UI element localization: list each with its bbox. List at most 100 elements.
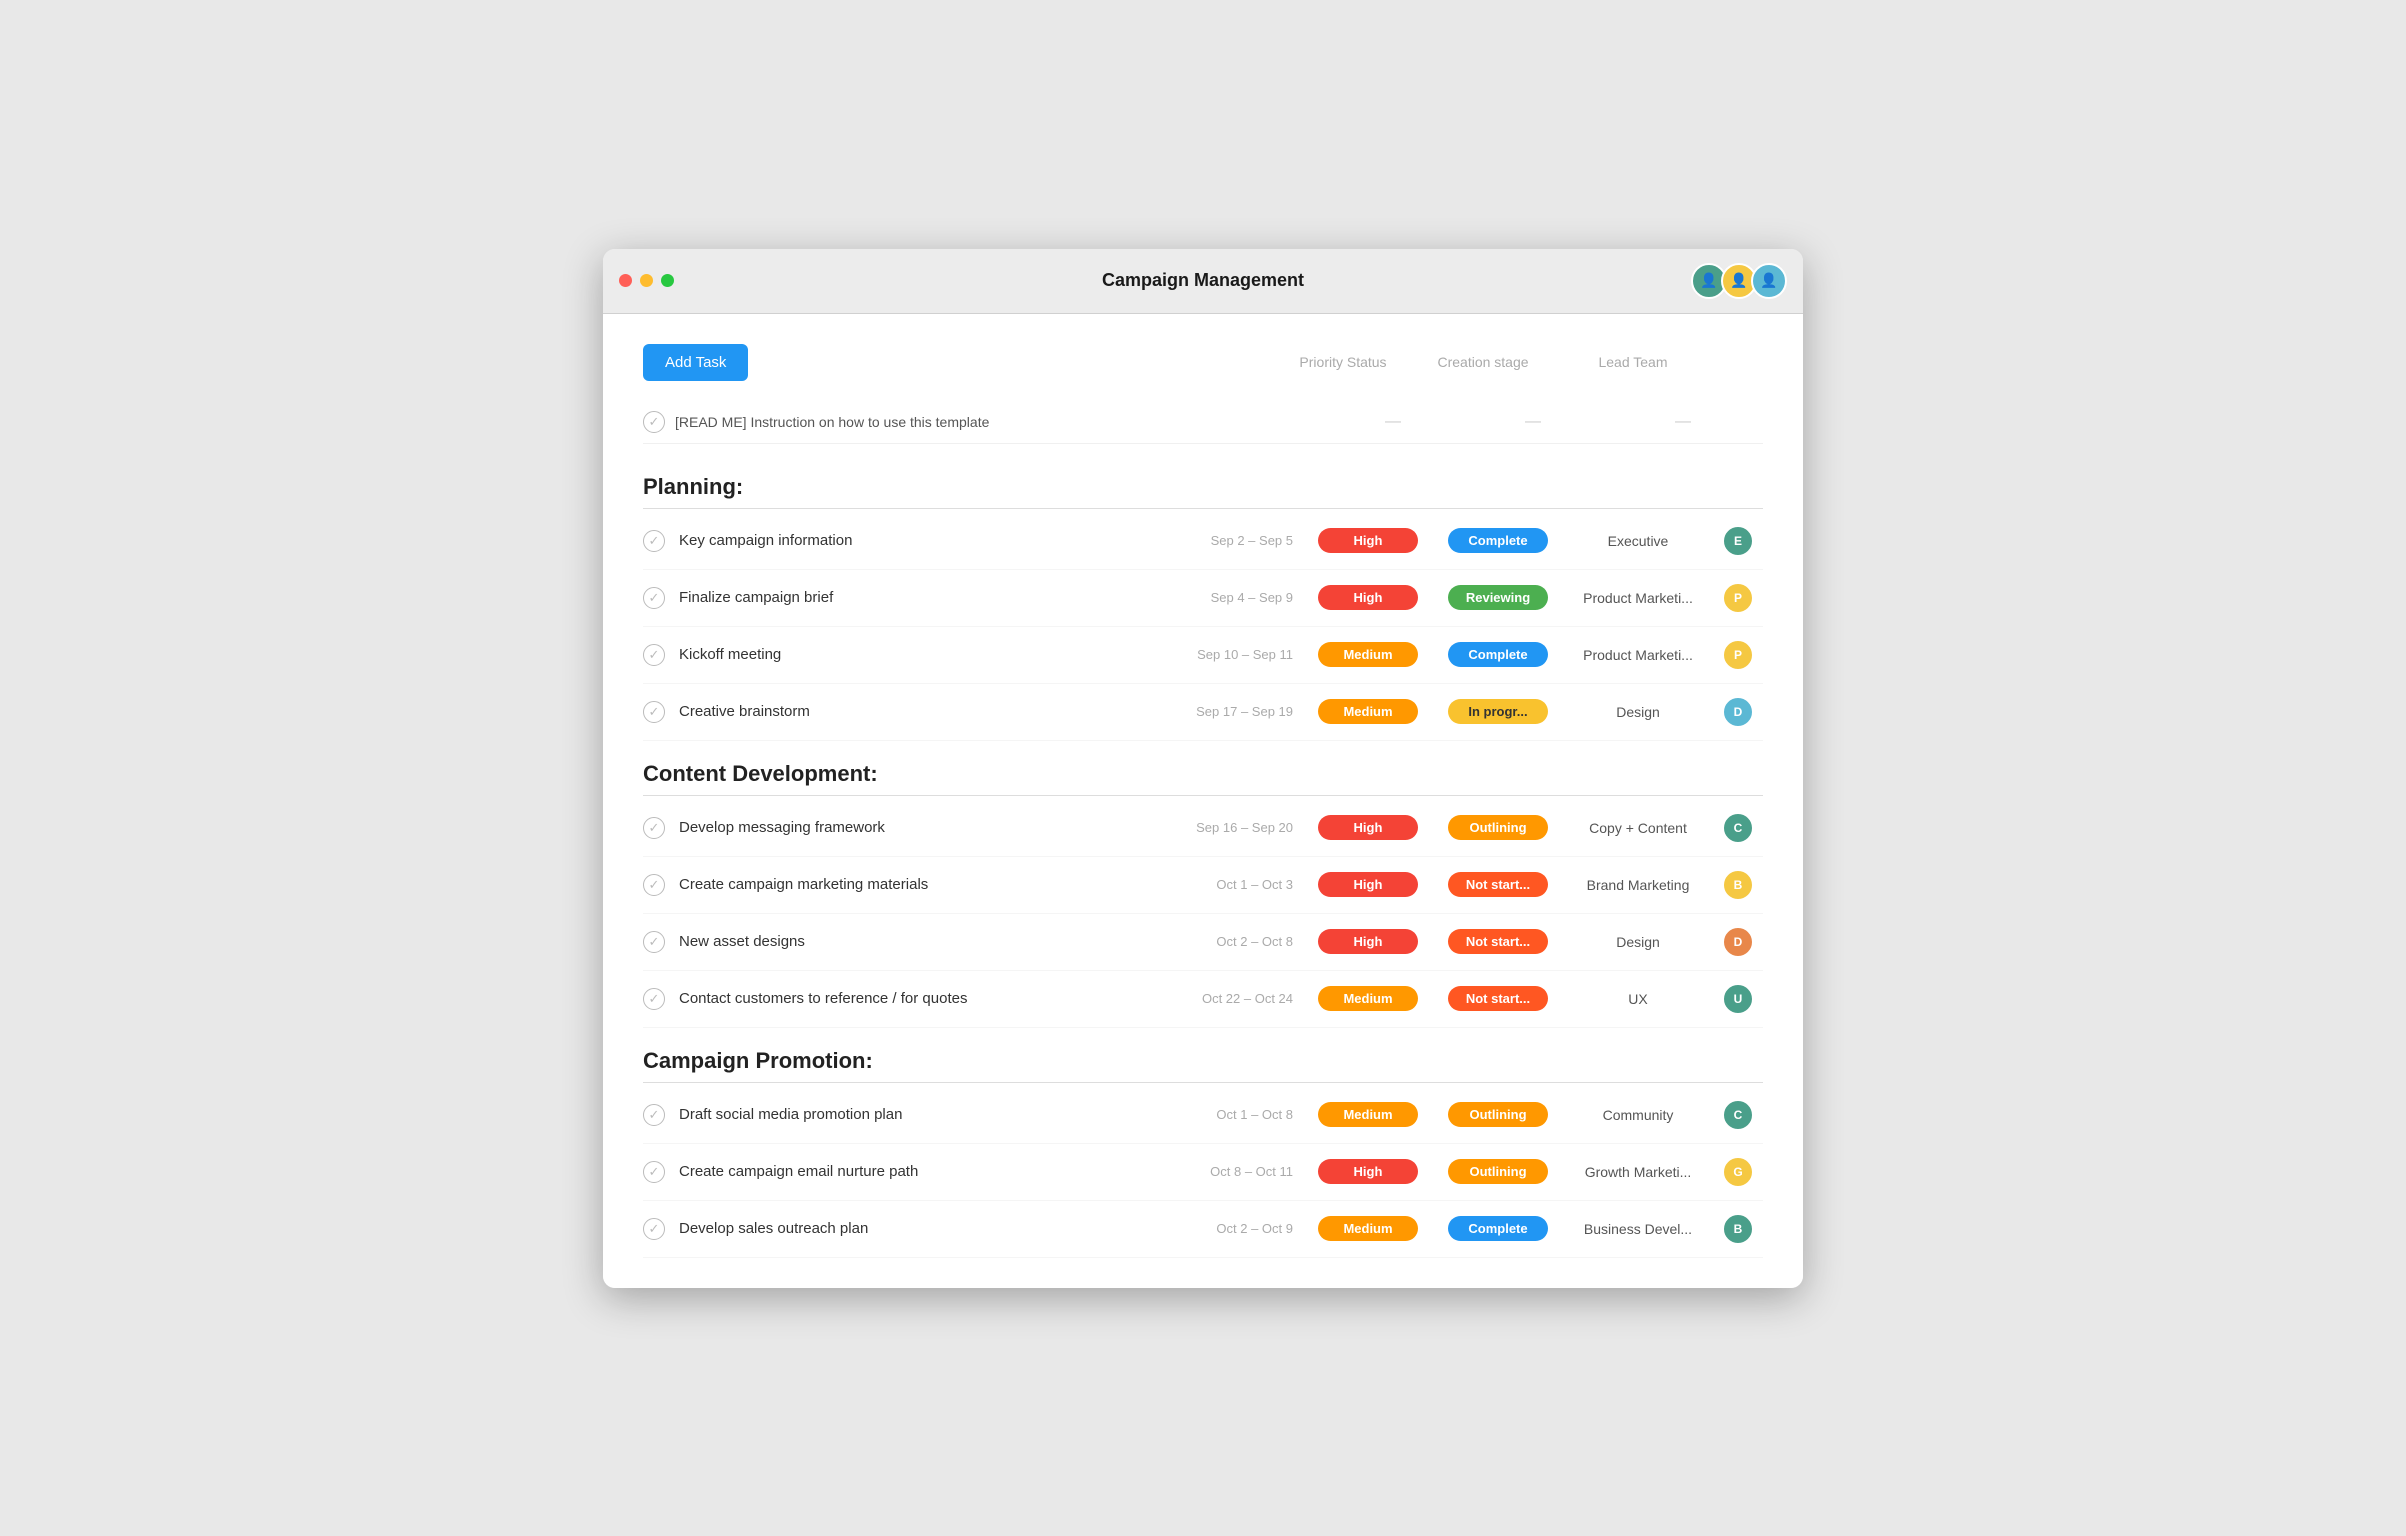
table-row: ✓ Contact customers to reference / for q… (643, 971, 1763, 1028)
task-avatar: B (1713, 869, 1763, 901)
task-checkbox[interactable]: ✓ (643, 988, 665, 1010)
table-row: ✓ New asset designs Oct 2 – Oct 8 High N… (643, 914, 1763, 971)
readme-dash-3: — (1603, 413, 1763, 431)
status-col: Complete (1433, 528, 1563, 553)
priority-col: High (1303, 1159, 1433, 1184)
status-badge[interactable]: Outlining (1448, 1159, 1548, 1184)
status-col: Complete (1433, 642, 1563, 667)
priority-badge[interactable]: High (1318, 929, 1418, 954)
priority-col: Medium (1303, 1102, 1433, 1127)
status-col: Not start... (1433, 986, 1563, 1011)
table-row: ✓ Create campaign marketing materials Oc… (643, 857, 1763, 914)
maximize-button[interactable] (661, 274, 674, 287)
priority-col: High (1303, 585, 1433, 610)
priority-badge[interactable]: High (1318, 872, 1418, 897)
priority-badge[interactable]: Medium (1318, 1102, 1418, 1127)
priority-badge[interactable]: High (1318, 815, 1418, 840)
status-badge[interactable]: Not start... (1448, 872, 1548, 897)
priority-badge[interactable]: High (1318, 585, 1418, 610)
priority-badge[interactable]: Medium (1318, 699, 1418, 724)
readme-dash-2: — (1463, 413, 1603, 431)
column-headers: Priority Status Creation stage Lead Team (1273, 354, 1763, 370)
status-col: Not start... (1433, 872, 1563, 897)
task-name: Contact customers to reference / for quo… (679, 990, 1143, 1007)
priority-col: High (1303, 929, 1433, 954)
avatar: C (1722, 812, 1754, 844)
avatar: D (1722, 696, 1754, 728)
readme-checkbox[interactable]: ✓ (643, 411, 665, 433)
task-date: Sep 16 – Sep 20 (1143, 820, 1293, 835)
task-name: Create campaign marketing materials (679, 876, 1143, 893)
table-row: ✓ Creative brainstorm Sep 17 – Sep 19 Me… (643, 684, 1763, 741)
priority-badge[interactable]: Medium (1318, 642, 1418, 667)
priority-badge[interactable]: High (1318, 528, 1418, 553)
col-header-priority: Priority Status (1273, 354, 1413, 370)
priority-col: Medium (1303, 986, 1433, 1011)
task-team: Design (1563, 934, 1713, 950)
status-badge[interactable]: Outlining (1448, 815, 1548, 840)
task-checkbox[interactable]: ✓ (643, 1104, 665, 1126)
priority-col: High (1303, 528, 1433, 553)
status-badge[interactable]: Not start... (1448, 986, 1548, 1011)
minimize-button[interactable] (640, 274, 653, 287)
sections-container: Planning: ✓ Key campaign information Sep… (643, 454, 1763, 1258)
task-date: Oct 2 – Oct 9 (1143, 1221, 1293, 1236)
status-badge[interactable]: Complete (1448, 528, 1548, 553)
task-checkbox[interactable]: ✓ (643, 701, 665, 723)
priority-badge[interactable]: Medium (1318, 986, 1418, 1011)
avatar-user-3[interactable]: 👤 (1751, 263, 1787, 299)
task-date: Oct 1 – Oct 8 (1143, 1107, 1293, 1122)
status-badge[interactable]: Outlining (1448, 1102, 1548, 1127)
page-title: Campaign Management (1102, 270, 1304, 291)
status-badge[interactable]: Complete (1448, 1216, 1548, 1241)
task-checkbox[interactable]: ✓ (643, 530, 665, 552)
status-col: Outlining (1433, 1159, 1563, 1184)
status-col: Outlining (1433, 815, 1563, 840)
task-checkbox[interactable]: ✓ (643, 817, 665, 839)
task-name: Create campaign email nurture path (679, 1163, 1143, 1180)
priority-badge[interactable]: High (1318, 1159, 1418, 1184)
task-checkbox[interactable]: ✓ (643, 644, 665, 666)
task-name: Kickoff meeting (679, 646, 1143, 663)
status-badge[interactable]: In progr... (1448, 699, 1548, 724)
task-name: Finalize campaign brief (679, 589, 1143, 606)
task-team: Copy + Content (1563, 820, 1713, 836)
task-name: Develop sales outreach plan (679, 1220, 1143, 1237)
section-header-0: Planning: (643, 454, 1763, 509)
avatar: E (1722, 525, 1754, 557)
readme-task-name: [READ ME] Instruction on how to use this… (675, 414, 1323, 430)
avatar: G (1722, 1156, 1754, 1188)
priority-col: High (1303, 872, 1433, 897)
task-avatar: C (1713, 812, 1763, 844)
status-col: Outlining (1433, 1102, 1563, 1127)
priority-badge[interactable]: Medium (1318, 1216, 1418, 1241)
status-badge[interactable]: Complete (1448, 642, 1548, 667)
task-checkbox[interactable]: ✓ (643, 1218, 665, 1240)
close-button[interactable] (619, 274, 632, 287)
task-name: Key campaign information (679, 532, 1143, 549)
task-checkbox[interactable]: ✓ (643, 931, 665, 953)
avatar: B (1722, 1213, 1754, 1245)
priority-col: Medium (1303, 699, 1433, 724)
task-checkbox[interactable]: ✓ (643, 1161, 665, 1183)
task-date: Sep 17 – Sep 19 (1143, 704, 1293, 719)
status-badge[interactable]: Reviewing (1448, 585, 1548, 610)
task-date: Oct 2 – Oct 8 (1143, 934, 1293, 949)
avatar: P (1722, 639, 1754, 671)
readme-dashes: — — — (1323, 413, 1763, 431)
col-header-team: Lead Team (1553, 354, 1713, 370)
table-row: ✓ Develop messaging framework Sep 16 – S… (643, 800, 1763, 857)
task-name: Develop messaging framework (679, 819, 1143, 836)
task-date: Sep 10 – Sep 11 (1143, 647, 1293, 662)
task-checkbox[interactable]: ✓ (643, 587, 665, 609)
priority-col: Medium (1303, 642, 1433, 667)
task-checkbox[interactable]: ✓ (643, 874, 665, 896)
status-col: In progr... (1433, 699, 1563, 724)
status-badge[interactable]: Not start... (1448, 929, 1548, 954)
task-avatar: P (1713, 639, 1763, 671)
task-avatar: B (1713, 1213, 1763, 1245)
table-row: ✓ Draft social media promotion plan Oct … (643, 1087, 1763, 1144)
section-header-2: Campaign Promotion: (643, 1028, 1763, 1083)
task-date: Sep 2 – Sep 5 (1143, 533, 1293, 548)
add-task-button[interactable]: Add Task (643, 344, 748, 381)
